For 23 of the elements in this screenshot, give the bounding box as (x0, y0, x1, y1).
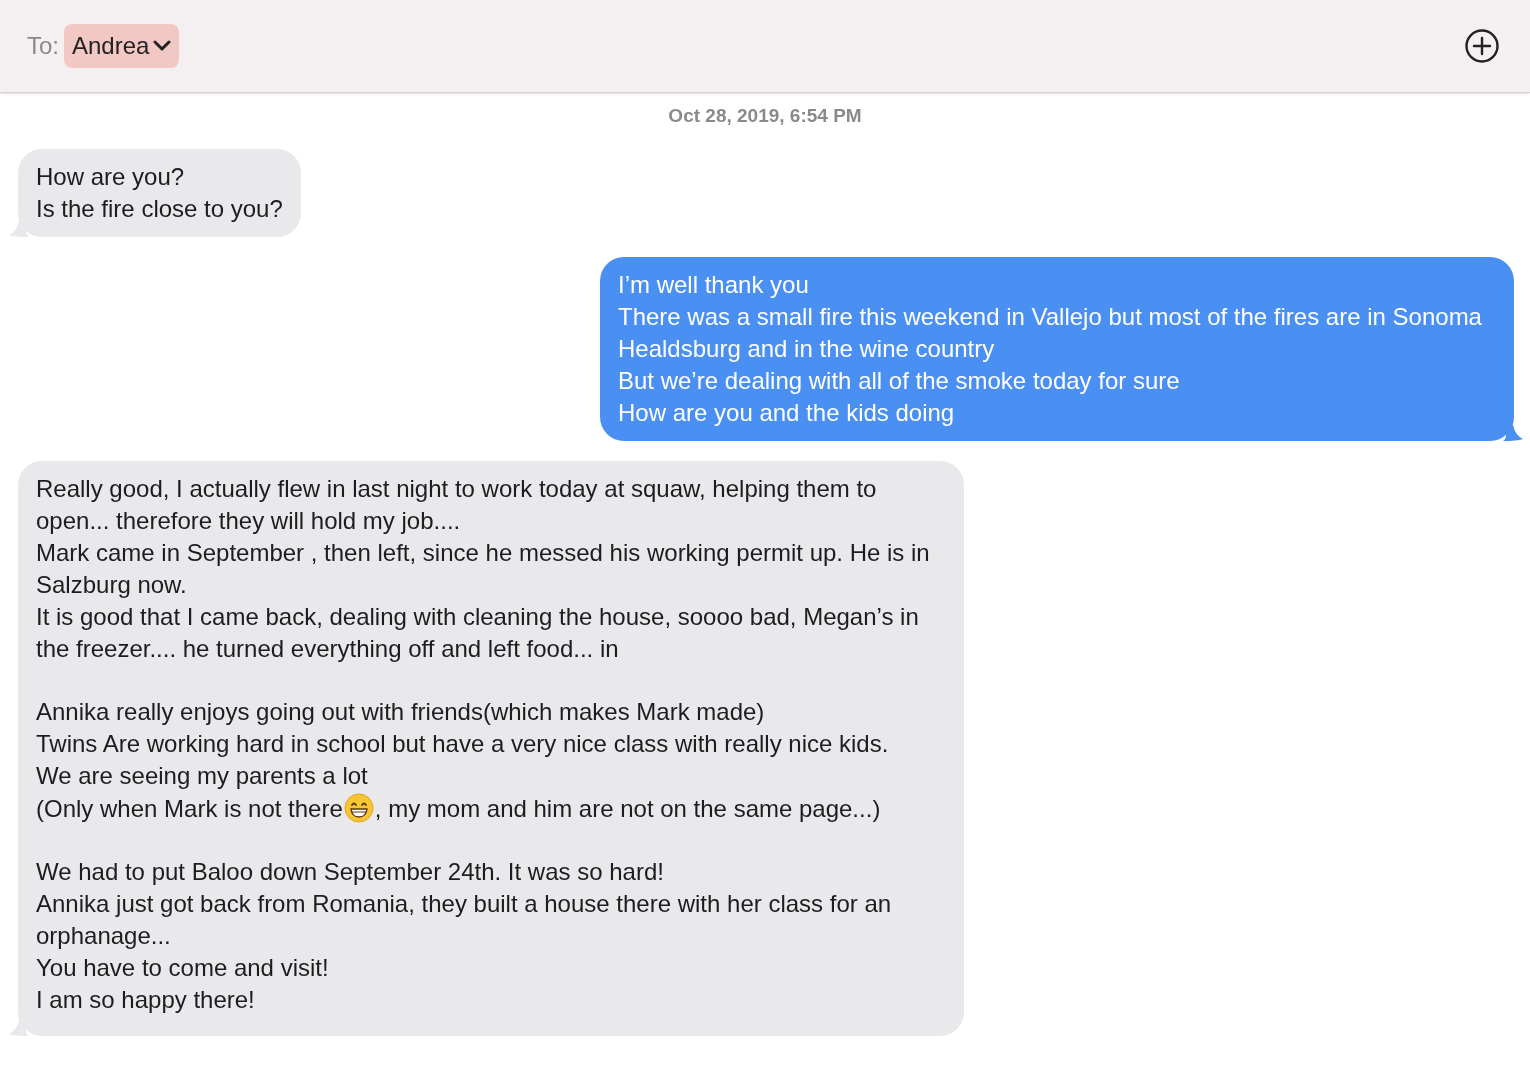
message-text: Is the fire close to you? (36, 193, 283, 224)
message-text: Really good, I actually flew in last night to work today at squaw, helping them to open... therefore they will hold my job.... (36, 473, 878, 536)
to-label: To: (27, 31, 59, 61)
grin-emoji-icon (342, 791, 375, 824)
message-text: Mark came in September , then left, since he messed his working permit up. He is in Salzburg now. (36, 537, 931, 600)
add-icon[interactable] (1464, 28, 1500, 64)
message-text: How are you? (36, 161, 186, 192)
message-text: Annika just got back from Romania, they built a house there with her class for an orphanage... (36, 888, 893, 951)
recipient-chip[interactable]: Andrea (64, 24, 180, 68)
message-text: Twins Are working hard in school but have a very nice class with really nice kids. (36, 728, 890, 759)
message-text: We had to put Baloo down September 24th. It was so hard! (36, 856, 665, 887)
chevron-down-icon (153, 40, 172, 52)
message-text: (Only when Mark is not there , my mom and him are not on the same page...) (36, 791, 946, 825)
message-text: How are you and the kids doing (618, 397, 956, 428)
message-text: Annika really enjoys going out with friends(which makes Mark made) (36, 696, 766, 727)
message-text: I am so happy there! (36, 984, 256, 1015)
message-text: There was a small fire this weekend in Vallejo but most of the fires are in Sonoma Healdsburg and in the wine country (618, 301, 1483, 364)
message-text: We are seeing my parents a lot (36, 760, 369, 791)
timestamp: Oct 28, 2019, 6:54 PM (668, 104, 862, 128)
message-text: I’m well thank you (618, 269, 810, 300)
message-text: You have to come and visit! (36, 952, 330, 983)
message-text: But we’re dealing with all of the smoke today for sure (618, 365, 1181, 396)
message-text: It is good that I came back, dealing with cleaning the house, soooo bad, Megan’s in the freezer.... he turned everything off and left food... in (36, 601, 920, 664)
